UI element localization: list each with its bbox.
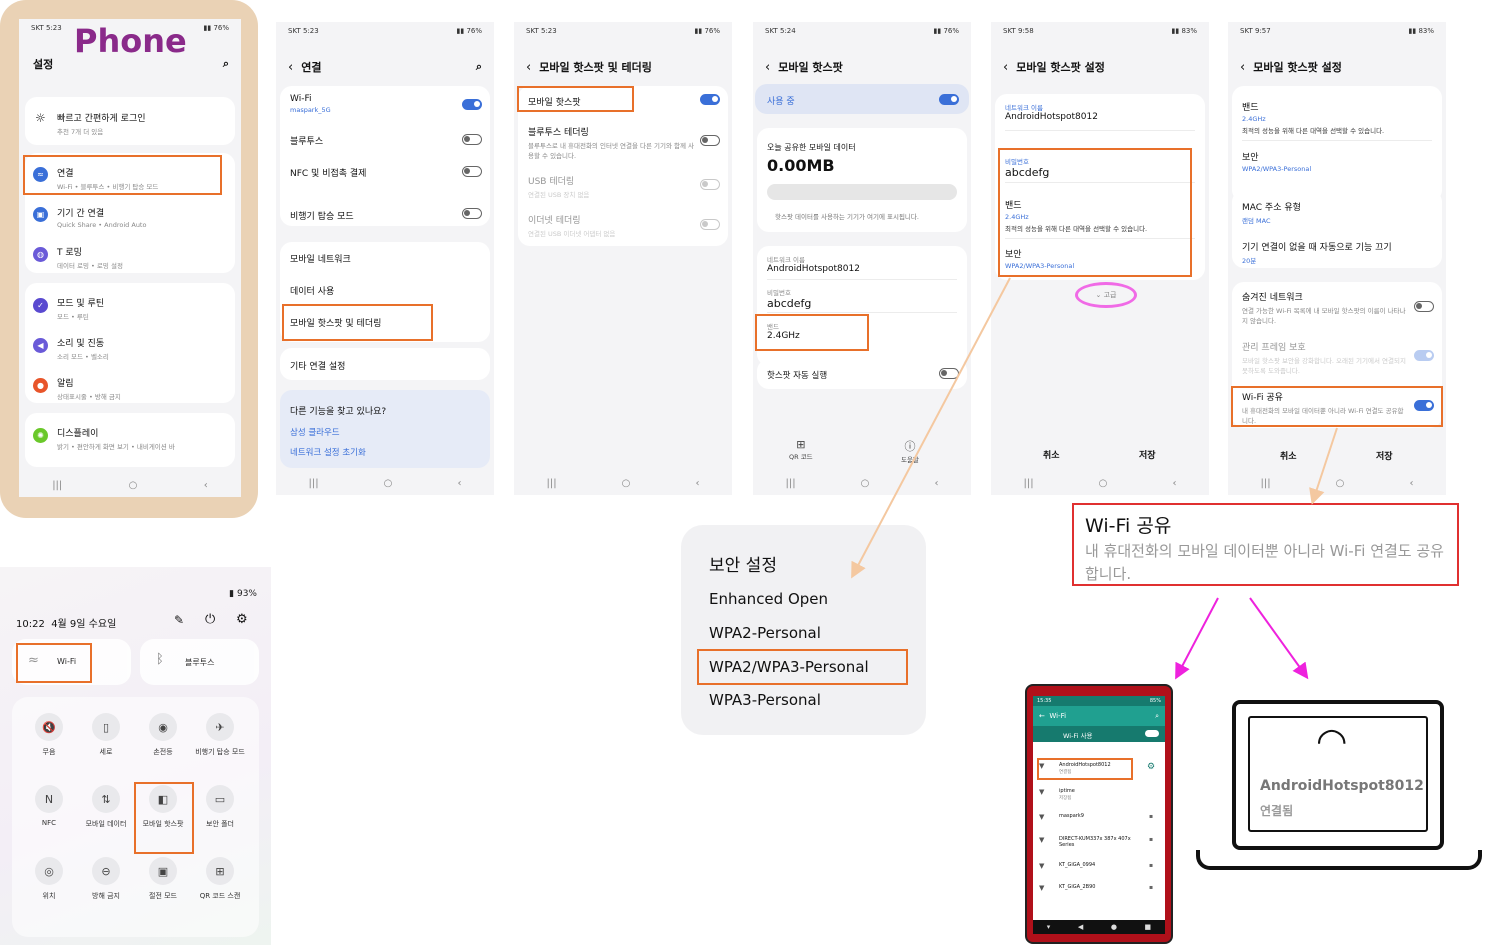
arrow-to-laptop [1249,597,1309,680]
arrow-security-to-options [851,277,1011,579]
arrow-sharing-to-callout [1309,427,1338,505]
arrows-overlay [851,277,1338,680]
arrow-to-client-phone [1175,597,1219,680]
